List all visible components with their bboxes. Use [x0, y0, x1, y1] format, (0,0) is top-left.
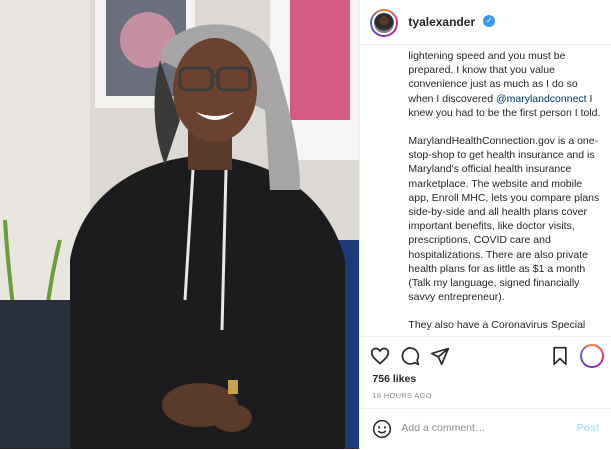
- caption-paragraph: lightening speed and you must be prepare…: [408, 49, 604, 120]
- instagram-post: tyalexander ✓ lightening speed and you m…: [0, 0, 611, 449]
- post-sidebar: tyalexander ✓ lightening speed and you m…: [359, 0, 611, 449]
- avatar[interactable]: [370, 9, 399, 37]
- post-caption: lightening speed and you must be prepare…: [408, 44, 604, 332]
- post-comment-button[interactable]: Post: [577, 422, 600, 434]
- paper-plane-icon[interactable]: [430, 346, 450, 366]
- reel-avatar-border: [582, 346, 603, 366]
- mention-link[interactable]: @marylandconnect: [496, 93, 587, 105]
- post-header: tyalexander ✓: [360, 0, 611, 45]
- actions-divider: [360, 336, 611, 337]
- caption-paragraph: They also have a Coronavirus Special: [408, 319, 586, 332]
- bookmark-icon[interactable]: [550, 346, 570, 366]
- heart-outline-icon[interactable]: [370, 346, 390, 366]
- post-photo-illustration: [0, 0, 360, 449]
- smiley-face-icon[interactable]: [372, 419, 392, 439]
- post-timestamp[interactable]: 18 HOURS AGO: [372, 391, 431, 400]
- comment-input[interactable]: Add a comment…: [401, 422, 485, 434]
- caption-paragraph: MarylandHealthConnection.gov is a one-st…: [408, 135, 600, 304]
- avatar-border: [372, 11, 397, 35]
- username-link[interactable]: tyalexander: [408, 15, 475, 29]
- comment-bar: Add a comment… Post: [360, 408, 611, 450]
- verified-badge-icon: ✓: [483, 15, 496, 27]
- comment-bubble-icon[interactable]: [400, 346, 420, 366]
- profile-thumbnail-icon: [374, 13, 395, 33]
- likes-count[interactable]: 756 likes: [372, 373, 416, 385]
- post-photo[interactable]: [0, 0, 360, 449]
- reel-avatar-icon[interactable]: [580, 344, 605, 368]
